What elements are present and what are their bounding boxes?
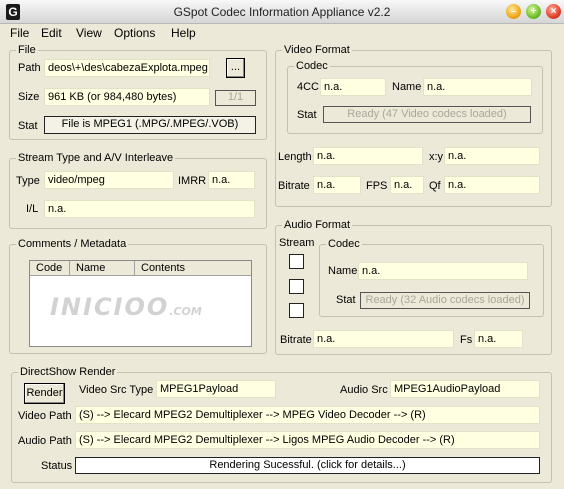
menu-edit[interactable]: Edit	[41, 26, 62, 40]
column-contents[interactable]: Contents	[135, 261, 251, 276]
watermark-logo: INICIOO.COM	[50, 293, 202, 321]
minimize-icon: –	[510, 6, 517, 17]
audio-name-label: Name	[328, 265, 358, 277]
window-title: GSpot Codec Information Appliance v2.2	[173, 5, 391, 19]
audio-src-field: MPEG1AudioPayload	[390, 380, 540, 398]
audio-stream-checkbox-3[interactable]	[289, 303, 304, 318]
status-label: Status	[41, 460, 73, 472]
video-stat-label: Stat	[297, 109, 317, 121]
size-index-box: 1/1	[215, 90, 256, 106]
watermark-text: INICIOO	[50, 293, 170, 321]
qf-field: n.a.	[444, 176, 540, 194]
fs-label: Fs	[460, 334, 473, 346]
audio-stream-label: Stream	[279, 237, 315, 250]
type-label: Type	[16, 175, 40, 187]
xy-label: x:y	[429, 151, 444, 163]
fourcc-field: n.a.	[320, 78, 386, 96]
xy-field: n.a.	[444, 147, 540, 165]
menu-bar: File Edit View Options Help	[0, 24, 564, 42]
maximize-icon: +	[530, 6, 537, 17]
video-src-label: Video Src Type	[79, 384, 154, 396]
file-stat-box[interactable]: File is MPEG1 (.MPG/.MPEG/.VOB)	[44, 116, 256, 134]
menu-options[interactable]: Options	[114, 26, 155, 40]
fps-label: FPS	[366, 180, 388, 192]
audio-stat-box[interactable]: Ready (32 Audio codecs loaded)	[360, 292, 530, 309]
stream-type-group: Stream Type and A/V Interleave	[9, 152, 267, 229]
length-label: Length	[278, 151, 312, 163]
audio-stream-checkbox-2[interactable]	[289, 279, 304, 294]
video-src-field: MPEG1Payload	[156, 380, 276, 398]
menu-view[interactable]: View	[76, 26, 102, 40]
type-field: video/mpeg	[44, 171, 174, 189]
minimize-button[interactable]: –	[506, 4, 521, 19]
close-button[interactable]: ×	[546, 4, 561, 19]
fourcc-label: 4CC	[297, 81, 320, 93]
path-field[interactable]: deos\+\des\cabezaExplota.mpeg	[44, 59, 210, 77]
audio-name-field: n.a.	[358, 262, 528, 280]
column-name[interactable]: Name	[70, 261, 135, 276]
render-status-box[interactable]: Rendering Sucessful. (click for details.…	[75, 457, 540, 474]
column-code[interactable]: Code	[30, 261, 70, 276]
audio-group-label: Audio Format	[282, 219, 353, 232]
video-bitrate-label: Bitrate	[278, 180, 310, 192]
fps-field: n.a.	[390, 176, 424, 194]
directshow-group-label: DirectShow Render	[18, 366, 118, 379]
qf-label: Qf	[429, 180, 441, 192]
audio-src-label: Audio Src	[340, 384, 388, 396]
il-field: n.a.	[44, 200, 255, 218]
audio-stat-label: Stat	[336, 294, 356, 306]
video-name-field: n.a.	[423, 78, 532, 96]
comments-group-label: Comments / Metadata	[16, 238, 129, 251]
video-path-field: (S) --> Elecard MPEG2 Demultiplexer --> …	[75, 406, 540, 424]
video-codec-label: Codec	[294, 60, 330, 73]
title-bar[interactable]: G GSpot Codec Information Appliance v2.2…	[0, 0, 564, 24]
stream-group-label: Stream Type and A/V Interleave	[16, 152, 176, 165]
stat-label: Stat	[18, 120, 38, 132]
imrr-label: IMRR	[178, 175, 207, 187]
maximize-button[interactable]: +	[526, 4, 541, 19]
metadata-list[interactable]: Code Name Contents INICIOO.COM	[29, 260, 252, 347]
audio-path-label: Audio Path	[18, 435, 72, 447]
video-group-label: Video Format	[282, 44, 352, 57]
audio-path-field: (S) --> Elecard MPEG2 Demultiplexer --> …	[75, 431, 540, 449]
render-button[interactable]: Render	[24, 383, 65, 404]
file-group-label: File	[16, 44, 38, 57]
metadata-list-header: Code Name Contents	[30, 261, 251, 276]
video-name-label: Name	[392, 81, 422, 93]
video-stat-box[interactable]: Ready (47 Video codecs loaded)	[323, 106, 531, 123]
close-icon: ×	[550, 6, 557, 17]
audio-stream-checkbox-1[interactable]	[289, 254, 304, 269]
path-label: Path	[18, 62, 41, 74]
audio-bitrate-label: Bitrate	[280, 334, 312, 346]
imrr-field: n.a.	[208, 171, 255, 189]
video-codec-group: Codec	[287, 60, 543, 134]
audio-codec-label: Codec	[326, 238, 362, 251]
size-field: 961 KB (or 984,480 bytes)	[44, 88, 210, 106]
length-field: n.a.	[313, 147, 423, 165]
fs-field: n.a.	[474, 330, 523, 348]
watermark-suffix: .COM	[169, 305, 202, 318]
menu-file[interactable]: File	[10, 26, 29, 40]
audio-bitrate-field: n.a.	[313, 330, 454, 348]
browse-button[interactable]: ...	[226, 58, 245, 78]
size-label: Size	[18, 91, 40, 103]
video-path-label: Video Path	[18, 410, 72, 422]
menu-help[interactable]: Help	[171, 26, 196, 40]
il-label: I/L	[26, 203, 39, 215]
video-bitrate-field: n.a.	[313, 176, 361, 194]
